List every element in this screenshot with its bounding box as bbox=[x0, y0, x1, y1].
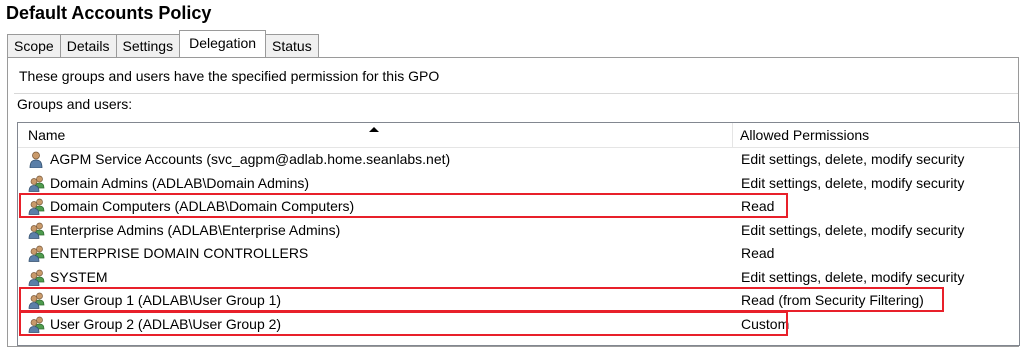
item-permission: Custom bbox=[741, 315, 790, 332]
item-permission: Read (from Security Filtering) bbox=[741, 292, 924, 308]
sort-ascending-icon bbox=[369, 127, 379, 132]
list-item[interactable]: ENTERPRISE DOMAIN CONTROLLERS Read bbox=[18, 242, 1019, 265]
tab-delegation[interactable]: Delegation bbox=[179, 30, 267, 57]
item-name: SYSTEM bbox=[50, 268, 108, 285]
item-name: ENTERPRISE DOMAIN CONTROLLERS bbox=[50, 245, 309, 261]
intro-text: These groups and users have the specifie… bbox=[19, 68, 440, 84]
group-icon bbox=[28, 269, 46, 286]
group-icon bbox=[28, 198, 46, 215]
group-icon bbox=[28, 175, 46, 192]
list-header: Name Allowed Permissions bbox=[18, 123, 1019, 148]
list-item[interactable]: Enterprise Admins (ADLAB\Enterprise Admi… bbox=[18, 219, 1019, 242]
tab-settings[interactable]: Settings bbox=[115, 34, 181, 57]
group-icon bbox=[28, 316, 46, 333]
groups-and-users-label: Groups and users: bbox=[17, 96, 133, 112]
policy-title: Default Accounts Policy bbox=[6, 3, 212, 23]
item-permission: Edit settings, delete, modify security bbox=[741, 174, 965, 191]
tab-status[interactable]: Status bbox=[265, 34, 319, 57]
list-item[interactable]: User Group 1 (ADLAB\User Group 1) Read (f… bbox=[18, 289, 1019, 312]
group-icon bbox=[28, 245, 46, 262]
groups-list[interactable]: Name Allowed Permissions AGPM Service Ac… bbox=[17, 122, 1020, 346]
column-header-permissions[interactable]: Allowed Permissions bbox=[740, 127, 869, 143]
list-item[interactable]: AGPM Service Accounts (svc_agpm@adlab.ho… bbox=[18, 148, 1019, 171]
group-icon bbox=[28, 222, 46, 239]
tab-bar: Scope Details Settings Delegation Status bbox=[7, 30, 319, 57]
tab-scope[interactable]: Scope bbox=[7, 34, 61, 57]
column-header-name[interactable]: Name bbox=[28, 127, 65, 143]
list-item[interactable]: Domain Admins (ADLAB\Domain Admins) Edit … bbox=[18, 172, 1019, 195]
user-icon bbox=[28, 151, 46, 169]
item-permission: Edit settings, delete, modify security bbox=[741, 151, 965, 167]
list-item[interactable]: SYSTEM Edit settings, delete, modify secu… bbox=[18, 266, 1019, 289]
group-icon bbox=[28, 292, 46, 309]
item-permission: Edit settings, delete, modify security bbox=[741, 268, 965, 285]
item-name: User Group 2 (ADLAB\User Group 2) bbox=[50, 315, 282, 332]
item-name: Domain Computers (ADLAB\Domain Computers… bbox=[50, 198, 355, 214]
item-permission: Edit settings, delete, modify security bbox=[741, 221, 965, 238]
item-name: User Group 1 (ADLAB\User Group 1) bbox=[50, 292, 282, 308]
divider bbox=[14, 93, 1018, 94]
list-item[interactable]: Domain Computers (ADLAB\Domain Computers… bbox=[18, 195, 1019, 218]
item-name: Domain Admins (ADLAB\Domain Admins) bbox=[50, 174, 310, 191]
item-permission: Read bbox=[741, 198, 775, 214]
item-name: Enterprise Admins (ADLAB\Enterprise Admi… bbox=[50, 221, 341, 238]
list-item[interactable]: User Group 2 (ADLAB\User Group 2) Custom bbox=[18, 313, 1019, 336]
item-name: AGPM Service Accounts (svc_agpm@adlab.ho… bbox=[50, 151, 451, 167]
item-permission: Read bbox=[741, 245, 775, 261]
tab-details[interactable]: Details bbox=[59, 34, 117, 57]
column-divider[interactable] bbox=[732, 123, 733, 147]
